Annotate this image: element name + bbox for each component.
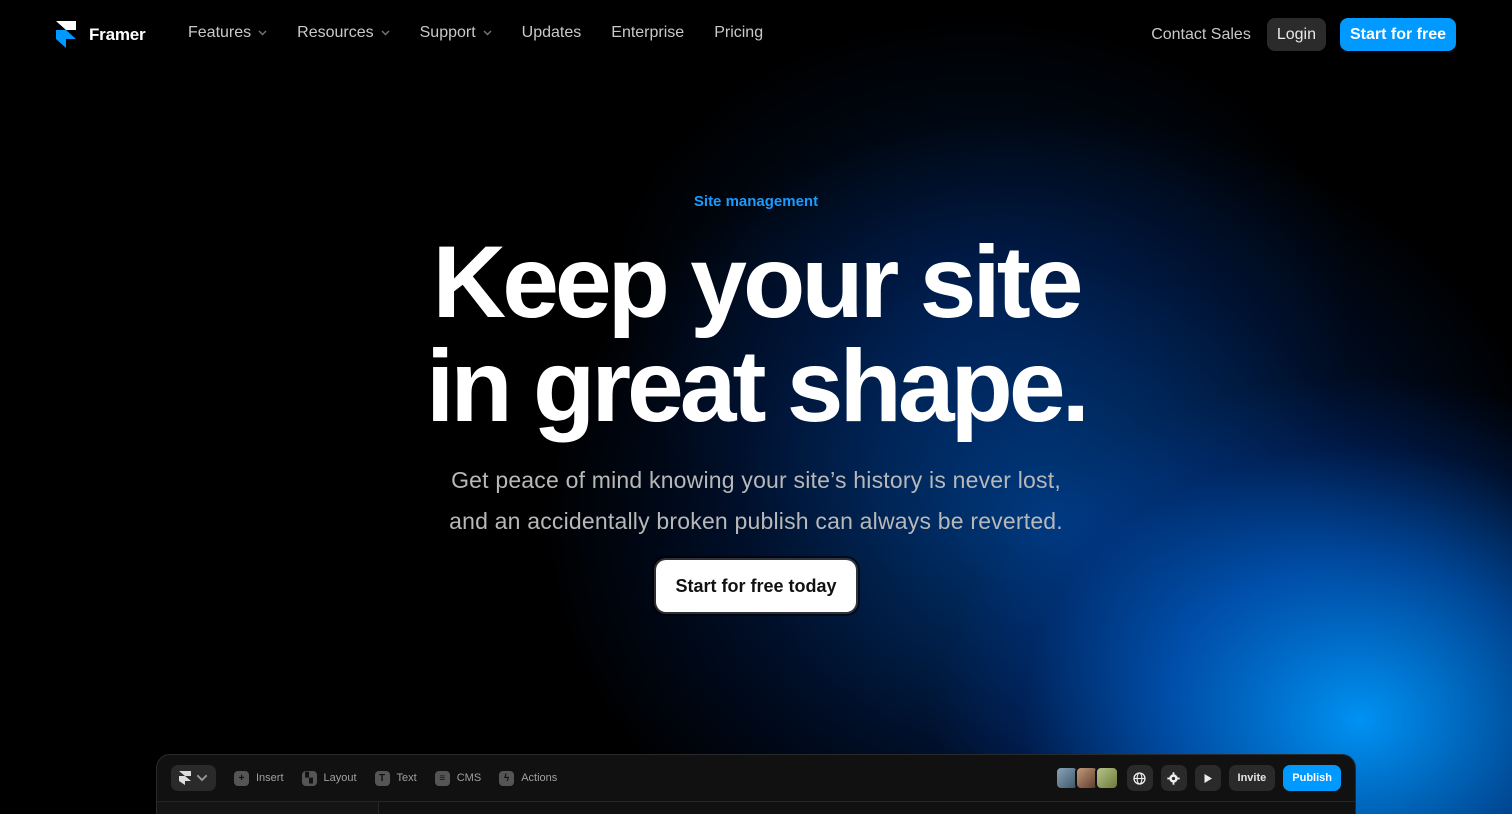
text-icon: T xyxy=(374,770,390,786)
publish-button[interactable]: Publish xyxy=(1283,765,1341,791)
plus-icon: + xyxy=(234,770,249,786)
tool-actions-label: Actions xyxy=(521,772,558,784)
nav-resources[interactable]: Resources xyxy=(297,24,390,42)
tool-cms[interactable]: ≡ CMS xyxy=(434,770,482,786)
collaborator-avatars[interactable] xyxy=(1054,766,1119,790)
chevron-down-icon xyxy=(258,30,267,36)
tool-actions[interactable]: ϟ Actions xyxy=(499,770,558,786)
chevron-down-icon xyxy=(483,30,492,36)
globe-button[interactable] xyxy=(1126,765,1153,791)
tool-text-label: Text xyxy=(396,772,417,784)
project-menu-button[interactable] xyxy=(171,765,216,791)
nav-links: Features Resources Support Updates Enter… xyxy=(188,24,763,42)
editor-actions: Invite Publish xyxy=(1054,765,1341,791)
hero-eyebrow: Site management xyxy=(693,193,819,210)
nav-enterprise[interactable]: Enterprise xyxy=(611,24,684,42)
subtitle-line-1: Get peace of mind knowing your site’s hi… xyxy=(451,467,1061,493)
chevron-down-icon xyxy=(381,30,390,36)
avatar xyxy=(1094,766,1119,790)
settings-button[interactable] xyxy=(1160,765,1187,791)
lightning-icon: ϟ xyxy=(499,770,515,786)
brand-name: Framer xyxy=(89,24,146,44)
login-button[interactable]: Login xyxy=(1266,18,1326,51)
tool-layout-label: Layout xyxy=(323,772,357,784)
hero-subtitle: Get peace of mind knowing your site’s hi… xyxy=(0,460,1512,542)
nav-support[interactable]: Support xyxy=(420,24,492,42)
headline-line-2: in great shape. xyxy=(426,329,1090,443)
nav-features[interactable]: Features xyxy=(188,24,267,42)
invite-button[interactable]: Invite xyxy=(1228,765,1276,791)
editor-toolbar: + Insert ▚ Layout T Text ≡ CMS ϟ Actions… xyxy=(157,755,1355,801)
nav-pricing[interactable]: Pricing xyxy=(714,24,763,42)
editor-left-panel xyxy=(157,802,379,814)
nav-updates[interactable]: Updates xyxy=(522,24,582,42)
layout-icon: ▚ xyxy=(301,770,317,786)
framer-logo-icon xyxy=(56,21,76,48)
start-for-free-today-button[interactable]: Start for free today xyxy=(656,560,856,612)
tool-text[interactable]: T Text xyxy=(374,770,417,786)
page: Framer Features Resources Support Update… xyxy=(0,0,1512,814)
hero-headline: Keep your site in great shape. xyxy=(0,230,1512,438)
nav-resources-label: Resources xyxy=(297,24,374,41)
preview-button[interactable] xyxy=(1194,765,1221,791)
contact-sales-link[interactable]: Contact Sales xyxy=(1151,26,1251,44)
tool-cms-label: CMS xyxy=(456,772,482,784)
nav-actions: Contact Sales Login Start for free xyxy=(1151,18,1456,51)
tool-insert[interactable]: + Insert xyxy=(234,770,284,786)
editor-canvas xyxy=(157,801,1355,814)
nav-support-label: Support xyxy=(419,24,476,41)
nav-features-label: Features xyxy=(188,24,252,41)
database-icon: ≡ xyxy=(434,770,450,786)
editor-tools: + Insert ▚ Layout T Text ≡ CMS ϟ Actions xyxy=(234,770,558,786)
subtitle-line-2: and an accidentally broken publish can a… xyxy=(449,508,1063,534)
headline-line-1: Keep your site xyxy=(432,225,1084,339)
tool-insert-label: Insert xyxy=(256,772,284,784)
globe-icon xyxy=(1133,771,1146,785)
chevron-down-icon xyxy=(196,774,208,782)
gear-icon xyxy=(1167,771,1180,785)
play-icon xyxy=(1204,773,1213,783)
framer-logo-icon xyxy=(179,771,191,785)
start-for-free-button[interactable]: Start for free xyxy=(1339,18,1456,51)
brand-logo[interactable]: Framer xyxy=(56,21,146,48)
tool-layout[interactable]: ▚ Layout xyxy=(301,770,357,786)
editor-preview: + Insert ▚ Layout T Text ≡ CMS ϟ Actions… xyxy=(156,754,1356,814)
top-nav: Framer Features Resources Support Update… xyxy=(0,0,1512,70)
